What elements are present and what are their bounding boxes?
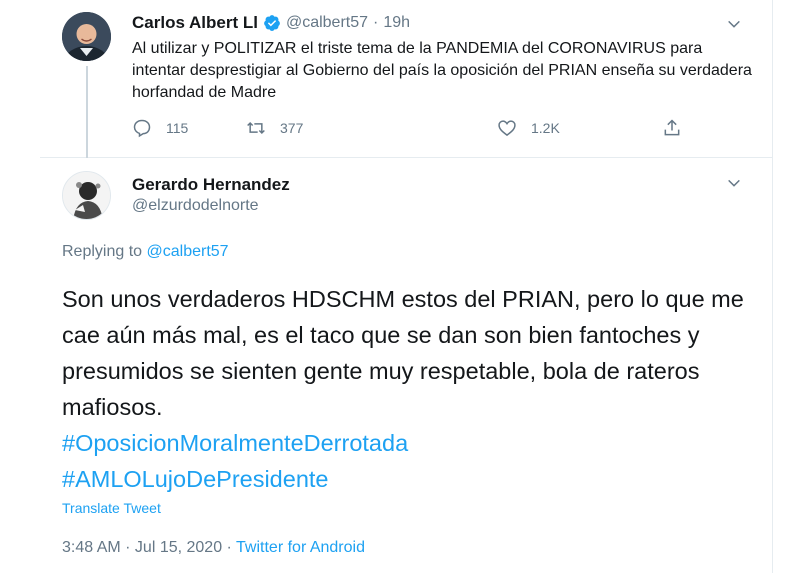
retweet-count: 377 bbox=[280, 120, 304, 136]
parent-time[interactable]: 19h bbox=[383, 14, 410, 32]
parent-header: Carlos Albert Ll @calbert57 · 19h bbox=[132, 13, 410, 33]
left-margin bbox=[0, 0, 40, 573]
hashtag-link[interactable]: #AMLOLujoDePresidente bbox=[62, 461, 752, 497]
like-icon bbox=[498, 120, 516, 137]
reply-count: 115 bbox=[166, 120, 189, 136]
reply-tweet-body: Son unos verdaderos HDSCHM estos del PRI… bbox=[62, 281, 752, 497]
parent-author-name[interactable]: Carlos Albert Ll bbox=[132, 13, 258, 33]
tweet-timestamp[interactable]: 3:48 AM · Jul 15, 2020 · bbox=[62, 539, 232, 556]
tweet-thread-view: Carlos Albert Ll @calbert57 · 19h Al uti… bbox=[0, 0, 800, 573]
reply-tweet: Gerardo Hernandez @elzurdodelnorte Reply… bbox=[40, 159, 772, 573]
share-icon bbox=[664, 119, 680, 136]
like-button[interactable]: 1.2K bbox=[497, 118, 560, 138]
parent-tweet[interactable]: Carlos Albert Ll @calbert57 · 19h Al uti… bbox=[40, 0, 772, 158]
share-button[interactable] bbox=[662, 118, 696, 138]
chevron-down-icon[interactable] bbox=[726, 16, 742, 32]
retweet-button[interactable]: 377 bbox=[246, 118, 303, 138]
replying-to-handle-link[interactable]: @calbert57 bbox=[147, 243, 229, 260]
reply-avatar[interactable] bbox=[62, 171, 111, 220]
replying-prefix: Replying to bbox=[62, 243, 143, 260]
reply-icon bbox=[133, 119, 151, 138]
replying-to-line: Replying to @calbert57 bbox=[62, 243, 229, 261]
translate-tweet-link[interactable]: Translate Tweet bbox=[62, 500, 161, 516]
parent-action-bar: 115 377 1.2K bbox=[132, 118, 680, 140]
parent-tweet-text: Al utilizar y POLITIZAR el triste tema d… bbox=[132, 40, 752, 101]
thread-connector-line bbox=[86, 66, 88, 158]
parent-handle[interactable]: @calbert57 bbox=[286, 14, 368, 32]
retweet-icon bbox=[247, 121, 265, 135]
separator-dot: · bbox=[373, 14, 379, 31]
chevron-down-icon[interactable] bbox=[726, 175, 742, 191]
verified-badge-icon bbox=[263, 14, 281, 32]
reply-handle[interactable]: @elzurdodelnorte bbox=[132, 197, 259, 215]
reply-tweet-text: Son unos verdaderos HDSCHM estos del PRI… bbox=[62, 286, 744, 420]
tweet-source-link[interactable]: Twitter for Android bbox=[236, 539, 365, 556]
reply-button[interactable]: 115 bbox=[132, 118, 188, 138]
right-column-edge bbox=[772, 0, 800, 573]
hashtag-link[interactable]: #OposicionMoralmenteDerrotada bbox=[62, 425, 752, 461]
like-count: 1.2K bbox=[531, 120, 560, 136]
reply-author-name[interactable]: Gerardo Hernandez bbox=[132, 175, 290, 195]
parent-avatar[interactable] bbox=[62, 12, 111, 61]
tweet-metadata: 3:48 AM · Jul 15, 2020 · Twitter for And… bbox=[62, 539, 365, 557]
